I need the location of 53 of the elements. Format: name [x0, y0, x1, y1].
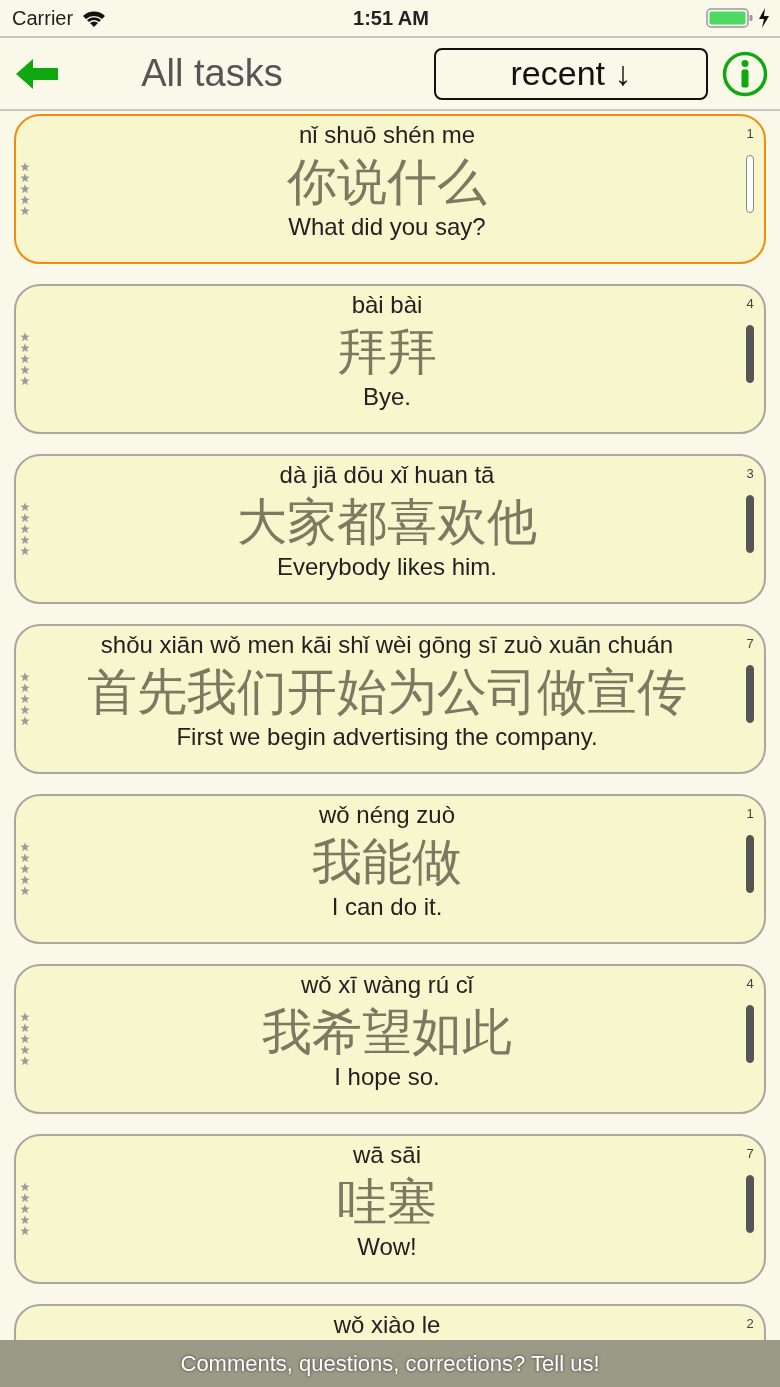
- review-count: 7: [746, 1146, 754, 1161]
- phrase-card[interactable]: nǐ shuō shén me 你说什么 What did you say? 1: [14, 114, 766, 264]
- page-title: All tasks: [140, 52, 284, 95]
- review-count: 1: [746, 126, 754, 141]
- translation-text: What did you say?: [288, 212, 486, 242]
- pinyin-text: wǒ xiào le: [333, 1310, 441, 1340]
- review-count: 4: [746, 296, 754, 311]
- stars-icon: [20, 502, 30, 556]
- stars-icon: [20, 1012, 30, 1066]
- stars-icon: [20, 842, 30, 896]
- review-count: 1: [746, 806, 754, 821]
- phrase-card[interactable]: wǒ xiào le 2: [14, 1304, 766, 1340]
- phrase-card[interactable]: bài bài 拜拜 Bye. 4: [14, 284, 766, 434]
- review-count: 4: [746, 976, 754, 991]
- clock-time: 1:51 AM: [353, 6, 429, 30]
- phrase-card[interactable]: shǒu xiān wǒ men kāi shǐ wèi gōng sī zuò xuān chuán 首先我们开始为公司做宣传 First we begin advertising the company. 7: [14, 624, 766, 774]
- stars-icon: [20, 162, 30, 216]
- charging-bolt-icon: [758, 8, 770, 28]
- review-count: 2: [746, 1316, 754, 1331]
- translation-text: I can do it.: [331, 892, 443, 922]
- chinese-text: 大家都喜欢他: [237, 493, 537, 552]
- stars-icon: [20, 1182, 30, 1236]
- info-icon[interactable]: [722, 50, 768, 97]
- sort-button[interactable]: recent ↓: [434, 47, 708, 100]
- pinyin-text: wǒ néng zuò: [318, 800, 456, 830]
- phrase-card[interactable]: dà jiā dōu xǐ huan tā 大家都喜欢他 Everybody likes him. 3: [14, 454, 766, 604]
- phrase-card[interactable]: wā sāi 哇塞 Wow! 7: [14, 1134, 766, 1284]
- chinese-text: 你说什么: [287, 153, 487, 212]
- chinese-text: 首先我们开始为公司做宣传: [87, 663, 687, 722]
- chinese-text: 拜拜: [337, 323, 437, 382]
- chinese-text: 我希望如此: [262, 1003, 512, 1062]
- translation-text: Wow!: [357, 1232, 417, 1262]
- translation-text: Bye.: [363, 382, 411, 412]
- phrase-card[interactable]: wǒ néng zuò 我能做 I can do it. 1: [14, 794, 766, 944]
- pinyin-text: dà jiā dōu xǐ huan tā: [279, 460, 495, 490]
- pinyin-text: wā sāi: [353, 1140, 421, 1170]
- chinese-text: 哇塞: [337, 1173, 437, 1232]
- translation-text: Everybody likes him.: [276, 552, 498, 582]
- phrase-card[interactable]: wǒ xī wàng rú cǐ 我希望如此 I hope so. 4: [14, 964, 766, 1114]
- chinese-text: 我能做: [312, 833, 462, 892]
- pinyin-text: wǒ xī wàng rú cǐ: [300, 970, 474, 1000]
- translation-text: First we begin advertising the company.: [176, 722, 598, 752]
- pinyin-text: nǐ shuō shén me: [298, 120, 476, 150]
- stars-icon: [20, 672, 30, 726]
- review-count: 7: [746, 636, 754, 651]
- pinyin-text: shǒu xiān wǒ men kāi shǐ wèi gōng sī zuò xuān chuán: [100, 630, 674, 660]
- stars-icon: [20, 332, 30, 386]
- battery-icon: [706, 7, 754, 29]
- back-arrow-icon[interactable]: [16, 58, 60, 89]
- review-count: 3: [746, 466, 754, 481]
- translation-text: I hope so.: [334, 1062, 440, 1092]
- carrier-name: Carrier: [12, 6, 74, 30]
- pinyin-text: bài bài: [351, 290, 423, 320]
